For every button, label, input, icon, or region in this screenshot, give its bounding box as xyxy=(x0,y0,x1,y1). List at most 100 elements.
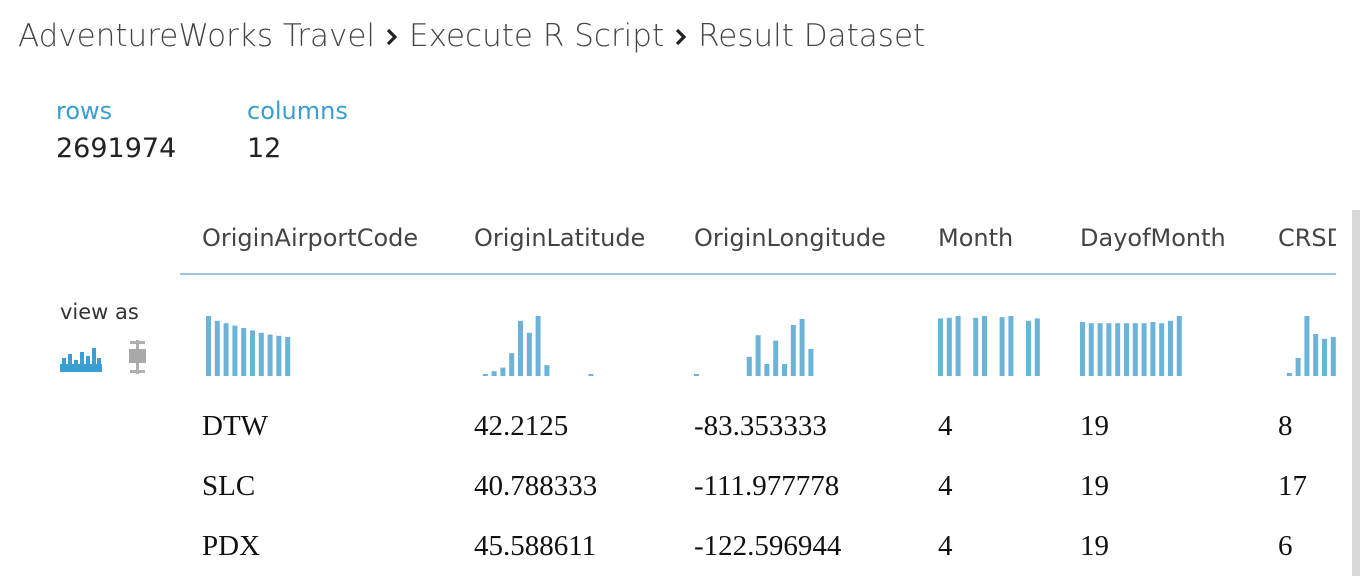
histogram-bar xyxy=(1088,323,1094,376)
breadcrumb-item-module[interactable]: Execute R Script xyxy=(409,18,664,54)
table-cell[interactable]: 19 xyxy=(1080,530,1109,563)
histogram-bar xyxy=(1141,323,1147,376)
histogram-bar xyxy=(1026,320,1031,376)
table-cell[interactable]: PDX xyxy=(202,530,260,563)
histogram-bar xyxy=(746,356,752,376)
table-cell[interactable]: SLC xyxy=(202,470,255,503)
table-cell[interactable]: 40.788333 xyxy=(474,470,597,503)
histogram-bar xyxy=(790,325,796,376)
column-header-month[interactable]: Month xyxy=(938,224,1013,252)
columns-stat: columns 12 xyxy=(247,96,348,170)
dataset-stats: rows 2691974 columns 12 xyxy=(56,96,348,170)
histogram-bar xyxy=(276,335,282,376)
histogram-bar xyxy=(206,316,211,376)
histogram-bar xyxy=(509,353,515,376)
histogram-bar xyxy=(267,334,273,376)
table-cell[interactable]: 19 xyxy=(1080,470,1109,503)
histogram-bar xyxy=(250,330,255,376)
table-cell[interactable]: 4 xyxy=(938,530,953,563)
histogram-originlatitude[interactable] xyxy=(474,310,614,380)
dataset-table: OriginAirportCode OriginLatitude OriginL… xyxy=(180,210,1336,576)
histogram-crsd[interactable] xyxy=(1278,310,1336,380)
histogram-bar xyxy=(518,320,523,376)
header-divider xyxy=(180,273,1336,275)
table-cell[interactable]: DTW xyxy=(202,410,268,443)
histogram-bar xyxy=(973,317,979,376)
table-cell[interactable]: 42.2125 xyxy=(474,410,568,443)
vertical-scrollbar[interactable] xyxy=(1352,210,1360,576)
column-header-crsd[interactable]: CRSD xyxy=(1278,224,1336,252)
rows-value: 2691974 xyxy=(56,133,177,164)
table-cell[interactable]: 4 xyxy=(938,410,953,443)
histogram-bar xyxy=(1115,323,1121,376)
histogram-bar xyxy=(491,371,497,376)
breadcrumb-item-experiment[interactable]: AdventureWorks Travel xyxy=(18,18,375,54)
histogram-bar xyxy=(1159,323,1165,376)
table-cell[interactable]: -122.596944 xyxy=(694,530,841,563)
histogram-bar xyxy=(1132,323,1138,376)
histogram-bar xyxy=(214,320,220,376)
histogram-bar xyxy=(1106,323,1112,376)
boxplot-icon[interactable] xyxy=(126,340,156,374)
histogram-bar xyxy=(946,317,952,376)
table-cell[interactable]: -111.977778 xyxy=(694,470,839,503)
histogram-bar xyxy=(1330,337,1336,376)
histogram-bar xyxy=(258,332,264,376)
histogram-bar xyxy=(1322,338,1327,376)
histogram-bar xyxy=(1008,316,1014,376)
histogram-originairportcode[interactable] xyxy=(206,310,346,380)
histogram-bar xyxy=(535,316,541,376)
histogram-bar xyxy=(1304,316,1310,376)
column-header-originlongitude[interactable]: OriginLongitude xyxy=(694,224,886,252)
columns-value: 12 xyxy=(247,133,282,164)
histogram-bar xyxy=(223,323,229,376)
histogram-originlongitude[interactable] xyxy=(694,310,834,380)
table-cell[interactable]: -83.353333 xyxy=(694,410,827,443)
histogram-bar xyxy=(588,374,594,376)
histogram-bar xyxy=(544,365,550,376)
histogram-bar xyxy=(482,374,488,376)
table-cell[interactable]: 17 xyxy=(1278,470,1307,503)
histogram-dayofmonth[interactable] xyxy=(1080,310,1220,380)
breadcrumb-item-dataset: Result Dataset xyxy=(698,18,926,54)
histogram-bar xyxy=(1286,373,1292,376)
histogram-bar xyxy=(232,325,238,376)
histogram-bar xyxy=(1168,320,1173,376)
table-cell[interactable]: 4 xyxy=(938,470,953,503)
histogram-bar xyxy=(1097,323,1103,376)
view-as-label: view as xyxy=(60,300,139,324)
histogram-bar xyxy=(694,374,699,376)
rows-label: rows xyxy=(56,97,113,125)
histogram-bar xyxy=(1124,323,1129,376)
histogram-icon[interactable] xyxy=(60,344,104,374)
histogram-bar xyxy=(241,328,247,376)
chevron-right-icon xyxy=(664,25,698,47)
histogram-bar xyxy=(1034,318,1040,376)
table-cell[interactable]: 45.588611 xyxy=(474,530,596,563)
histogram-bar xyxy=(938,318,943,376)
histogram-bar xyxy=(1313,334,1319,376)
histogram-bar xyxy=(799,319,805,376)
histogram-bar xyxy=(1295,358,1301,376)
columns-label: columns xyxy=(247,97,348,125)
view-as-toggle xyxy=(60,340,156,374)
histogram-bar xyxy=(782,364,787,376)
table-cell[interactable]: 19 xyxy=(1080,410,1109,443)
histogram-bar xyxy=(500,367,506,376)
table-cell[interactable]: 8 xyxy=(1278,410,1293,443)
histogram-bar xyxy=(764,364,770,376)
histogram-bar xyxy=(773,340,779,376)
column-header-originairportcode[interactable]: OriginAirportCode xyxy=(202,224,418,252)
histogram-bar xyxy=(1176,316,1182,376)
chevron-right-icon xyxy=(375,25,409,47)
histogram-bar xyxy=(999,317,1005,376)
histogram-bar xyxy=(1080,322,1085,376)
result-dataset-view: AdventureWorks Travel Execute R Script R… xyxy=(0,0,1364,576)
histogram-bar xyxy=(755,335,761,376)
histogram-month[interactable] xyxy=(938,310,1078,380)
column-header-originlatitude[interactable]: OriginLatitude xyxy=(474,224,645,252)
histogram-bar xyxy=(1150,322,1156,376)
table-cell[interactable]: 6 xyxy=(1278,530,1293,563)
histogram-bar xyxy=(808,349,814,376)
column-header-dayofmonth[interactable]: DayofMonth xyxy=(1080,224,1226,252)
